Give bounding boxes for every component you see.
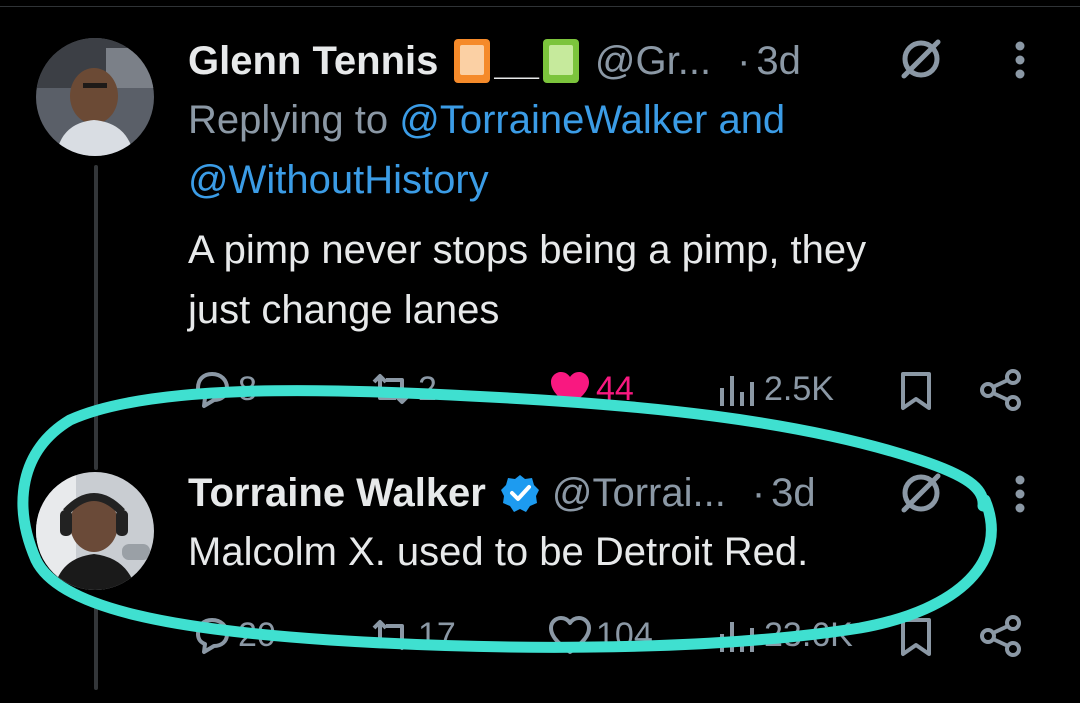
more-icon[interactable] xyxy=(1012,40,1028,85)
separator-dot: · xyxy=(751,470,766,515)
timestamp[interactable]: 3d xyxy=(756,39,801,84)
separator-dot: · xyxy=(737,38,751,83)
orange-book-emoji xyxy=(454,39,491,83)
heart-icon xyxy=(551,372,589,406)
share-icon[interactable] xyxy=(978,614,1024,663)
reply-count: 20 xyxy=(238,615,276,654)
author-name[interactable]: Torraine Walker xyxy=(188,471,486,516)
replying-to-line: Replying to @TorraineWalker and xyxy=(188,98,785,143)
tweet2-header: Torraine Walker @Torrai... · 3d xyxy=(188,468,816,518)
views-button[interactable]: 23.6K xyxy=(716,614,853,656)
grok-icon[interactable] xyxy=(898,470,944,521)
repost-button[interactable]: 2 xyxy=(366,368,437,410)
repost-count: 17 xyxy=(418,615,456,654)
reply-button[interactable]: 8 xyxy=(190,368,257,410)
repost-button[interactable]: 17 xyxy=(366,614,456,656)
views-icon xyxy=(720,622,754,652)
repost-icon xyxy=(372,620,410,650)
tweet1-header: Glenn Tennis __ @Gr... · 3d xyxy=(188,36,801,86)
views-button[interactable]: 2.5K xyxy=(716,368,834,410)
mention-torrainewalker[interactable]: @TorraineWalker xyxy=(399,98,707,142)
reply-count: 8 xyxy=(238,369,257,408)
avatar-torraine-walker[interactable] xyxy=(36,472,154,590)
avatar-glenn-tennis[interactable] xyxy=(36,38,154,156)
bookmark-icon[interactable] xyxy=(898,616,934,663)
view-count: 23.6K xyxy=(764,615,853,654)
reply-icon xyxy=(196,618,229,654)
thread-line-lower xyxy=(94,598,98,690)
share-icon[interactable] xyxy=(978,368,1024,417)
green-book-emoji xyxy=(542,39,579,83)
views-icon xyxy=(720,376,754,406)
grok-icon[interactable] xyxy=(898,36,944,87)
more-icon[interactable] xyxy=(1012,474,1028,519)
author-name[interactable]: Glenn Tennis xyxy=(188,39,438,84)
repost-count: 2 xyxy=(418,369,437,408)
author-handle[interactable]: @Torrai... xyxy=(552,471,726,516)
mention-withouthistory[interactable]: @WithoutHistory xyxy=(188,158,489,202)
tweet2-body: Malcolm X. used to be Detroit Red. xyxy=(188,530,809,574)
thread-line-upper xyxy=(94,165,98,470)
reply-button[interactable]: 20 xyxy=(190,614,276,656)
repost-icon xyxy=(372,374,410,404)
timestamp[interactable]: 3d xyxy=(771,471,816,516)
reply-icon xyxy=(196,372,229,408)
like-button[interactable]: 44 xyxy=(548,368,634,410)
replying-prefix: Replying to xyxy=(188,98,400,142)
like-count: 104 xyxy=(596,615,653,654)
replying-to-line-2: @WithoutHistory xyxy=(188,158,489,203)
emoji-separator: __ xyxy=(494,38,539,83)
bookmark-icon[interactable] xyxy=(898,370,934,417)
tweet1-body-line1: A pimp never stops being a pimp, they xyxy=(188,228,867,272)
heart-icon xyxy=(549,616,591,654)
like-count: 44 xyxy=(596,369,634,408)
author-handle[interactable]: @Gr... xyxy=(595,39,711,84)
top-divider xyxy=(0,6,1080,7)
verified-badge-icon xyxy=(500,473,540,513)
like-button[interactable]: 104 xyxy=(548,614,653,656)
replying-and: and xyxy=(707,98,786,142)
tweet1-body-line2: just change lanes xyxy=(188,288,500,332)
view-count: 2.5K xyxy=(764,369,834,408)
